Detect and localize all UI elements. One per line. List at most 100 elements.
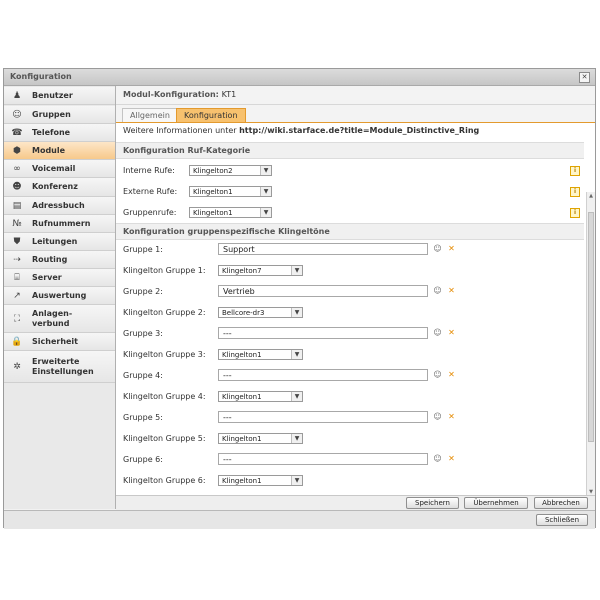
group-field[interactable]: --- bbox=[218, 411, 428, 423]
main-panel: Modul-Konfiguration: KT1 Allgemein Konfi… bbox=[116, 86, 595, 510]
sidebar-item-module[interactable]: ⬢ Module bbox=[4, 142, 115, 160]
select-value: Klingelton1 bbox=[222, 351, 262, 359]
scroll-up-icon[interactable]: ▲ bbox=[587, 193, 595, 199]
group-field[interactable]: --- bbox=[218, 453, 428, 465]
module-config-value: KT1 bbox=[221, 90, 237, 99]
close-icon[interactable]: ✕ bbox=[579, 72, 590, 83]
group-ringtone-select[interactable]: Klingelton1 ▼ bbox=[218, 391, 303, 402]
sidebar-item-sicherheit[interactable]: 🔒 Sicherheit bbox=[4, 333, 115, 351]
sidebar-item-erweiterte-einstellungen[interactable]: ✲ Erweiterte Einstellungen bbox=[4, 351, 115, 383]
call-category-select[interactable]: Klingelton1 ▼ bbox=[189, 186, 272, 197]
select-value: Bellcore-dr3 bbox=[222, 309, 265, 317]
vertical-scrollbar[interactable]: ▲ ▼ bbox=[586, 192, 595, 496]
configuration-window: Konfiguration ✕ ♟ Benutzer ☺ Gruppen ☎ Telefo… bbox=[3, 68, 596, 529]
chevron-down-icon: ▼ bbox=[260, 187, 271, 196]
info-icon[interactable]: i bbox=[570, 166, 580, 176]
chevron-down-icon: ▼ bbox=[291, 392, 302, 401]
advanced-settings-icon: ✲ bbox=[13, 361, 21, 372]
sidebar-item-konferenz[interactable]: ☻ Konferenz bbox=[4, 178, 115, 197]
group-ringtone-select[interactable]: Klingelton1 ▼ bbox=[218, 433, 303, 444]
call-category-label: Gruppenrufe: bbox=[123, 208, 177, 217]
select-value: Klingelton7 bbox=[222, 267, 262, 275]
lines-icon: ⛊ bbox=[13, 236, 21, 247]
group-ringtone-select[interactable]: Bellcore-dr3 ▼ bbox=[218, 307, 303, 318]
action-bar: Speichern Übernehmen Abbrechen bbox=[116, 495, 595, 510]
info-prefix: Weitere Informationen unter bbox=[123, 126, 240, 135]
section-title: Konfiguration gruppenspezifische Klingel… bbox=[123, 227, 330, 236]
group-label: Gruppe 3: bbox=[123, 329, 163, 338]
group-ringtone-select[interactable]: Klingelton1 ▼ bbox=[218, 349, 303, 360]
conference-icon: ☻ bbox=[12, 182, 22, 192]
sidebar-item-label: Konferenz bbox=[32, 182, 78, 191]
server-icon: ⌸ bbox=[14, 272, 20, 283]
group-field[interactable]: Vertrieb bbox=[218, 285, 428, 297]
sidebar-item-anlagen-verbund[interactable]: ⛶ Anlagen- verbund bbox=[4, 305, 115, 333]
sidebar-item-routing[interactable]: ⇢ Routing bbox=[4, 251, 115, 269]
user-icon: ♟ bbox=[12, 90, 22, 101]
window-footer: Schließen bbox=[4, 510, 595, 529]
sidebar-item-leitungen[interactable]: ⛊ Leitungen bbox=[4, 233, 115, 251]
group-label: Gruppe 1: bbox=[123, 245, 163, 254]
select-group-icon[interactable]: ☺ bbox=[433, 454, 442, 463]
delete-icon[interactable]: ✕ bbox=[447, 286, 456, 295]
select-group-icon[interactable]: ☺ bbox=[433, 286, 442, 295]
chevron-down-icon: ▼ bbox=[291, 266, 302, 275]
sidebar-item-auswertung[interactable]: ↗ Auswertung bbox=[4, 287, 115, 305]
sidebar-item-label: Server bbox=[32, 272, 62, 282]
sidebar-item-adressbuch[interactable]: ▤ Adressbuch bbox=[4, 197, 115, 215]
scrollbar-thumb[interactable] bbox=[588, 212, 594, 442]
group-ringtone-label: Klingelton Gruppe 5: bbox=[123, 434, 206, 443]
sidebar-item-benutzer[interactable]: ♟ Benutzer bbox=[4, 87, 115, 105]
select-group-icon[interactable]: ☺ bbox=[433, 370, 442, 379]
save-button[interactable]: Speichern bbox=[406, 497, 459, 509]
chevron-down-icon: ▼ bbox=[291, 350, 302, 359]
info-icon[interactable]: i bbox=[570, 187, 580, 197]
select-value: Klingelton1 bbox=[222, 477, 262, 485]
sidebar-item-label: Routing bbox=[32, 254, 68, 264]
delete-icon[interactable]: ✕ bbox=[447, 370, 456, 379]
group-value: --- bbox=[223, 413, 232, 422]
info-icon[interactable]: i bbox=[570, 208, 580, 218]
group-value: Vertrieb bbox=[223, 287, 255, 296]
addressbook-icon: ▤ bbox=[12, 200, 22, 211]
group-value: --- bbox=[223, 455, 232, 464]
tab-konfiguration[interactable]: Konfiguration bbox=[176, 108, 246, 122]
group-field[interactable]: --- bbox=[218, 369, 428, 381]
sidebar-item-server[interactable]: ⌸ Server bbox=[4, 269, 115, 287]
chevron-down-icon: ▼ bbox=[260, 166, 271, 175]
select-group-icon[interactable]: ☺ bbox=[433, 328, 442, 337]
group-ringtone-label: Klingelton Gruppe 2: bbox=[123, 308, 206, 317]
delete-icon[interactable]: ✕ bbox=[447, 328, 456, 337]
tab-allgemein[interactable]: Allgemein bbox=[122, 108, 178, 122]
sidebar-item-label: Sicherheit bbox=[32, 336, 78, 346]
call-category-select[interactable]: Klingelton1 ▼ bbox=[189, 207, 272, 218]
cancel-button[interactable]: Abbrechen bbox=[534, 497, 588, 509]
call-category-label: Interne Rufe: bbox=[123, 166, 175, 175]
select-group-icon[interactable]: ☺ bbox=[433, 244, 442, 253]
section-gruppen-klingeltoene: Konfiguration gruppenspezifische Klingel… bbox=[116, 223, 584, 240]
sidebar-item-telefone[interactable]: ☎ Telefone bbox=[4, 124, 115, 142]
phone-icon: ☎ bbox=[11, 127, 23, 138]
group-field[interactable]: --- bbox=[218, 327, 428, 339]
delete-icon[interactable]: ✕ bbox=[447, 244, 456, 253]
voicemail-icon: ∞ bbox=[13, 163, 21, 174]
sidebar-item-label: Voicemail bbox=[32, 163, 76, 173]
close-button[interactable]: Schließen bbox=[536, 514, 588, 526]
group-ringtone-select[interactable]: Klingelton1 ▼ bbox=[218, 475, 303, 486]
info-line: Weitere Informationen unter http://wiki.… bbox=[123, 126, 479, 135]
sidebar-item-label: Benutzer bbox=[32, 90, 73, 100]
apply-button[interactable]: Übernehmen bbox=[464, 497, 528, 509]
window-title: Konfiguration bbox=[10, 72, 72, 81]
delete-icon[interactable]: ✕ bbox=[447, 412, 456, 421]
select-value: Klingelton1 bbox=[222, 435, 262, 443]
sidebar-item-voicemail[interactable]: ∞ Voicemail bbox=[4, 160, 115, 178]
call-category-select[interactable]: Klingelton2 ▼ bbox=[189, 165, 272, 176]
sidebar-item-label: Rufnummern bbox=[32, 218, 91, 228]
group-field[interactable]: Support bbox=[218, 243, 428, 255]
group-ringtone-select[interactable]: Klingelton7 ▼ bbox=[218, 265, 303, 276]
sidebar-item-gruppen[interactable]: ☺ Gruppen bbox=[4, 106, 115, 124]
select-group-icon[interactable]: ☺ bbox=[433, 412, 442, 421]
delete-icon[interactable]: ✕ bbox=[447, 454, 456, 463]
sidebar-item-rufnummern[interactable]: № Rufnummern bbox=[4, 215, 115, 233]
wiki-link[interactable]: http://wiki.starface.de?title=Module_Dis… bbox=[239, 126, 479, 135]
